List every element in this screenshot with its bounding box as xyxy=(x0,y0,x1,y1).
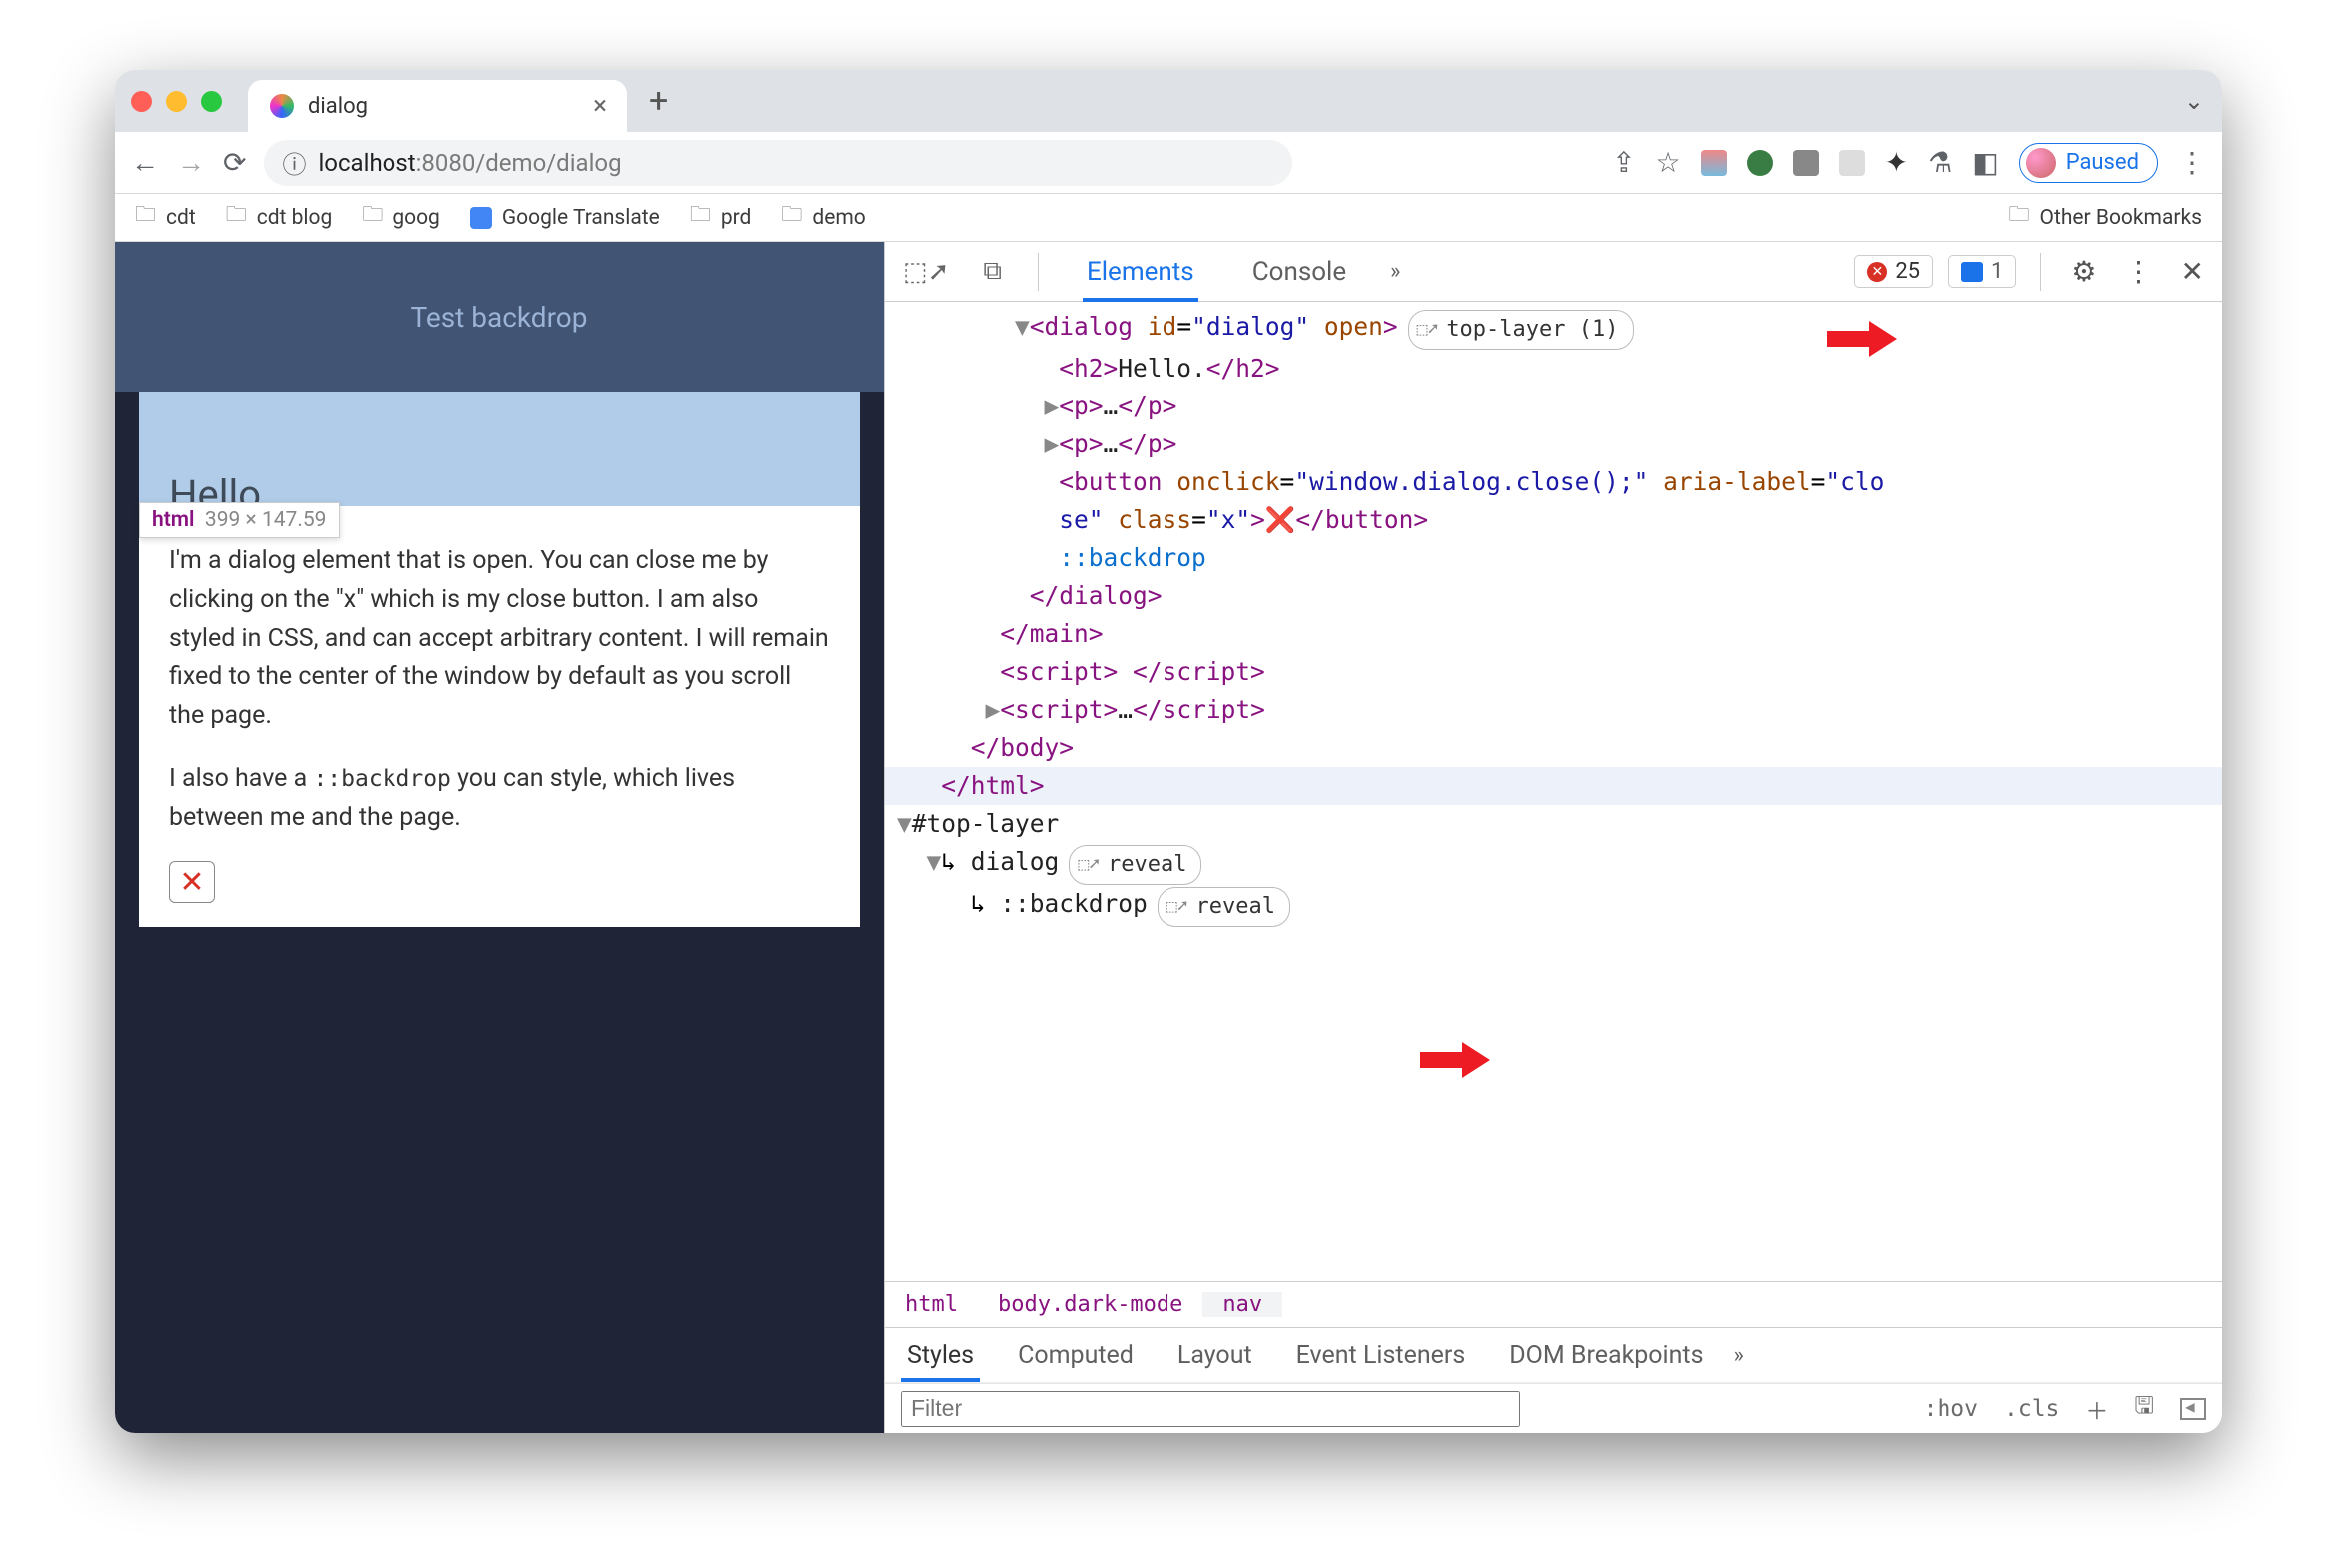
page-header: Test backdrop xyxy=(115,242,884,392)
tabs-chevron-icon[interactable]: ⌄ xyxy=(2184,87,2204,115)
translate-icon xyxy=(470,207,492,229)
folder-icon: 🗀 xyxy=(690,200,711,235)
window-zoom-button[interactable] xyxy=(201,91,222,112)
devtools-tabbar: ⬚➚ ⧉ Elements Console » ✕25 1 ⚙ ⋮ ✕ xyxy=(885,242,2222,302)
cls-toggle[interactable]: .cls xyxy=(2004,1396,2059,1422)
tooltip-tag: html xyxy=(152,508,194,532)
styles-filter-input[interactable] xyxy=(901,1391,1520,1427)
bookmark-cdt[interactable]: 🗀cdt xyxy=(135,200,196,235)
annotation-arrow-icon xyxy=(1420,1029,1490,1107)
devtools-kebab-icon[interactable]: ⋮ xyxy=(2119,255,2159,288)
tabstrip: dialog × + ⌄ xyxy=(115,70,2222,132)
other-bookmarks[interactable]: 🗀Other Bookmarks xyxy=(2009,200,2202,235)
crumb-body[interactable]: body.dark-mode xyxy=(978,1292,1202,1317)
bookmark-demo[interactable]: 🗀demo xyxy=(781,200,865,235)
bookmark-cdt-blog[interactable]: 🗀cdt blog xyxy=(226,200,333,235)
new-tab-button[interactable]: + xyxy=(649,81,668,121)
devtools-panel: ⬚➚ ⧉ Elements Console » ✕25 1 ⚙ ⋮ ✕ ▼<di… xyxy=(884,242,2222,1433)
bookmark-goog[interactable]: 🗀goog xyxy=(362,200,440,235)
labs-flask-icon[interactable]: ⚗ xyxy=(1928,146,1952,179)
folder-icon: 🗀 xyxy=(362,200,383,235)
computed-sidebar-icon[interactable]: 🖫 xyxy=(2134,1389,2154,1428)
dialog-close-button[interactable]: ✕ xyxy=(169,861,215,903)
tab-close-icon[interactable]: × xyxy=(593,91,607,121)
device-toggle-icon[interactable]: ⧉ xyxy=(977,256,1008,287)
extension-grey-icon[interactable] xyxy=(1839,150,1865,176)
bookmarks-bar: 🗀cdt 🗀cdt blog 🗀goog Google Translate 🗀p… xyxy=(115,194,2222,242)
gear-icon[interactable]: ⚙ xyxy=(2065,255,2102,288)
url-text: localhost:8080/demo/dialog xyxy=(318,149,621,177)
site-info-icon[interactable]: ⓘ xyxy=(282,145,306,180)
folder-icon: 🗀 xyxy=(135,200,156,235)
hov-toggle[interactable]: :hov xyxy=(1924,1396,1978,1422)
address-bar: ← → ⟳ ⓘ localhost:8080/demo/dialog ⇪ ☆ ✦… xyxy=(115,132,2222,194)
dom-tree[interactable]: ▼<dialog id="dialog" open>⬚➚top-layer (1… xyxy=(885,302,2222,1281)
tab-event-listeners[interactable]: Event Listeners xyxy=(1274,1328,1488,1382)
extension-scissors-icon[interactable] xyxy=(1701,150,1727,176)
styles-tabbar: Styles Computed Layout Event Listeners D… xyxy=(885,1327,2222,1383)
toggle-sidebar-icon[interactable] xyxy=(2180,1398,2206,1420)
profile-pill[interactable]: Paused xyxy=(2019,143,2158,183)
tab-title: dialog xyxy=(308,94,368,119)
profile-label: Paused xyxy=(2066,150,2139,175)
bookmark-google-translate[interactable]: Google Translate xyxy=(470,206,660,230)
tab-computed[interactable]: Computed xyxy=(996,1328,1156,1382)
bookmark-prd[interactable]: 🗀prd xyxy=(690,200,752,235)
error-badge[interactable]: ✕25 xyxy=(1854,255,1933,288)
tabs-overflow-icon[interactable]: » xyxy=(1390,259,1400,284)
dialog-element: Hello. html 399 × 147.59 I'm a dialog el… xyxy=(139,392,860,927)
reveal-badge-dialog[interactable]: ⬚➚reveal xyxy=(1069,845,1201,885)
folder-icon: 🗀 xyxy=(781,200,802,235)
avatar xyxy=(2026,148,2056,178)
styles-toolbar: :hov .cls ＋ 🖫 xyxy=(885,1383,2222,1433)
back-button[interactable]: ← xyxy=(131,146,159,179)
inspect-tooltip: html 399 × 147.59 xyxy=(139,502,340,538)
browser-tab[interactable]: dialog × xyxy=(248,80,627,132)
dialog-paragraph-2: I also have a ::backdrop you can style, … xyxy=(169,760,830,838)
browser-window: dialog × + ⌄ ← → ⟳ ⓘ localhost:8080/demo… xyxy=(115,70,2222,1433)
new-style-rule-icon[interactable]: ＋ xyxy=(2085,1392,2108,1426)
styles-overflow-icon[interactable]: » xyxy=(1734,1343,1744,1368)
favicon xyxy=(270,94,294,118)
sidepanel-icon[interactable]: ◧ xyxy=(1972,146,1998,179)
toolbar-right: ⇪ ☆ ✦ ⚗ ◧ Paused ⋮ xyxy=(1612,143,2206,183)
top-layer-badge[interactable]: ⬚➚top-layer (1) xyxy=(1408,310,1634,350)
crumb-nav[interactable]: nav xyxy=(1202,1292,1282,1317)
share-icon[interactable]: ⇪ xyxy=(1612,146,1635,179)
reload-button[interactable]: ⟳ xyxy=(223,146,246,179)
rendered-page: Test backdrop Hello. html 399 × 147.59 I… xyxy=(115,242,884,1433)
window-close-button[interactable] xyxy=(131,91,152,112)
tab-styles[interactable]: Styles xyxy=(885,1328,996,1382)
folder-icon: 🗀 xyxy=(226,200,247,235)
tab-dom-breakpoints[interactable]: DOM Breakpoints xyxy=(1487,1328,1725,1382)
traffic-lights xyxy=(131,91,222,112)
message-badge[interactable]: 1 xyxy=(1948,255,2016,288)
extension-n-icon[interactable] xyxy=(1793,150,1819,176)
content-split: Test backdrop Hello. html 399 × 147.59 I… xyxy=(115,242,2222,1433)
tooltip-dimensions: 399 × 147.59 xyxy=(205,508,327,532)
dialog-paragraph-1: I'm a dialog element that is open. You c… xyxy=(169,542,830,736)
bookmark-star-icon[interactable]: ☆ xyxy=(1656,146,1681,179)
window-minimize-button[interactable] xyxy=(166,91,187,112)
folder-icon: 🗀 xyxy=(2009,200,2030,235)
extension-green-icon[interactable] xyxy=(1747,150,1773,176)
inspect-icon[interactable]: ⬚➚ xyxy=(897,257,955,287)
kebab-menu-icon[interactable]: ⋮ xyxy=(2178,146,2206,179)
dom-breadcrumbs[interactable]: html body.dark-mode nav xyxy=(885,1281,2222,1327)
extensions-puzzle-icon[interactable]: ✦ xyxy=(1885,146,1908,179)
crumb-html[interactable]: html xyxy=(885,1292,978,1317)
forward-button[interactable]: → xyxy=(177,146,205,179)
omnibox[interactable]: ⓘ localhost:8080/demo/dialog xyxy=(264,140,1292,186)
reveal-badge-backdrop[interactable]: ⬚➚reveal xyxy=(1158,887,1290,927)
tab-elements[interactable]: Elements xyxy=(1069,242,1212,301)
tab-layout[interactable]: Layout xyxy=(1156,1328,1274,1382)
tab-console[interactable]: Console xyxy=(1234,242,1364,301)
devtools-close-icon[interactable]: ✕ xyxy=(2175,255,2210,288)
